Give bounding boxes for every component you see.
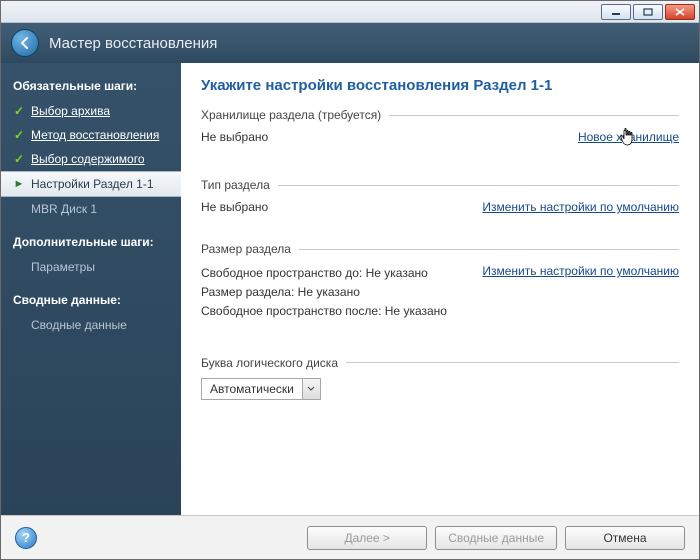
minimize-button[interactable]: [601, 4, 631, 20]
sidebar-heading-optional: Дополнительные шаги:: [1, 229, 181, 255]
sidebar-item-method[interactable]: ✓ Метод восстановления: [1, 123, 181, 147]
free-before-label: Свободное пространство до:: [201, 266, 362, 280]
sidebar-item-mbr[interactable]: MBR Диск 1: [1, 197, 181, 221]
sidebar-item-content[interactable]: ✓ Выбор содержимого: [1, 147, 181, 171]
divider: [346, 362, 679, 363]
section-size: Размер раздела Свободное пространство до…: [201, 242, 679, 322]
back-button[interactable]: [11, 29, 39, 57]
drive-letter-value: Автоматически: [202, 382, 302, 396]
free-before-value: Не указано: [366, 266, 428, 280]
check-icon: ✓: [13, 128, 25, 142]
sidebar-item-label: Сводные данные: [31, 318, 127, 332]
divider: [389, 115, 679, 116]
partition-size-value: Не указано: [298, 285, 360, 299]
titlebar: [1, 1, 699, 23]
summary-button[interactable]: Сводные данные: [435, 526, 557, 550]
sidebar-item-label: MBR Диск 1: [31, 202, 97, 216]
next-button[interactable]: Далее >: [307, 526, 427, 550]
divider: [299, 249, 679, 250]
body: Обязательные шаги: ✓ Выбор архива ✓ Мето…: [1, 63, 699, 515]
close-button[interactable]: [665, 4, 695, 20]
sidebar-item-summary[interactable]: Сводные данные: [1, 313, 181, 337]
arrow-right-icon: ►: [13, 178, 25, 190]
new-storage-link[interactable]: Новое хранилище: [578, 130, 679, 144]
section-label-storage: Хранилище раздела (требуется): [201, 108, 381, 122]
check-icon: ✓: [13, 152, 25, 166]
page-title: Укажите настройки восстановления Раздел …: [201, 77, 679, 94]
header: Мастер восстановления: [1, 23, 699, 63]
main-content: Укажите настройки восстановления Раздел …: [181, 63, 699, 515]
section-type: Тип раздела Не выбрано Изменить настройк…: [201, 178, 679, 214]
window-title: Мастер восстановления: [49, 35, 217, 52]
section-label-size: Размер раздела: [201, 242, 291, 256]
size-details: Свободное пространство до: Не указано Ра…: [201, 264, 447, 322]
maximize-button[interactable]: [633, 4, 663, 20]
chevron-down-icon: [302, 379, 320, 399]
free-after-value: Не указано: [385, 304, 447, 318]
type-value: Не выбрано: [201, 200, 268, 214]
cancel-button[interactable]: Отмена: [565, 526, 685, 550]
sidebar-item-label: Параметры: [31, 260, 95, 274]
section-label-drive-letter: Буква логического диска: [201, 356, 338, 370]
sidebar-item-label: Метод восстановления: [31, 128, 159, 142]
section-drive-letter: Буква логического диска Автоматически: [201, 356, 679, 400]
change-size-defaults-link[interactable]: Изменить настройки по умолчанию: [482, 264, 679, 278]
change-type-defaults-link[interactable]: Изменить настройки по умолчанию: [482, 200, 679, 214]
sidebar-heading-summary: Сводные данные:: [1, 287, 181, 313]
divider: [278, 185, 679, 186]
sidebar-item-archive[interactable]: ✓ Выбор архива: [1, 99, 181, 123]
section-label-type: Тип раздела: [201, 178, 270, 192]
section-storage: Хранилище раздела (требуется) Не выбрано…: [201, 108, 679, 144]
sidebar-item-partition-settings[interactable]: ► Настройки Раздел 1-1: [1, 171, 181, 197]
sidebar-item-label: Выбор архива: [31, 104, 110, 118]
drive-letter-combo[interactable]: Автоматически: [201, 378, 321, 400]
help-icon[interactable]: ?: [15, 527, 37, 549]
storage-value: Не выбрано: [201, 130, 268, 144]
sidebar-item-label: Настройки Раздел 1-1: [31, 177, 154, 191]
wizard-window: Мастер восстановления Обязательные шаги:…: [0, 0, 700, 560]
free-after-label: Свободное пространство после:: [201, 304, 381, 318]
sidebar: Обязательные шаги: ✓ Выбор архива ✓ Мето…: [1, 63, 181, 515]
sidebar-item-parameters[interactable]: Параметры: [1, 255, 181, 279]
check-icon: ✓: [13, 104, 25, 118]
partition-size-label: Размер раздела:: [201, 285, 294, 299]
sidebar-item-label: Выбор содержимого: [31, 152, 145, 166]
sidebar-heading-required: Обязательные шаги:: [1, 73, 181, 99]
footer: ? Далее > Сводные данные Отмена: [1, 515, 699, 559]
